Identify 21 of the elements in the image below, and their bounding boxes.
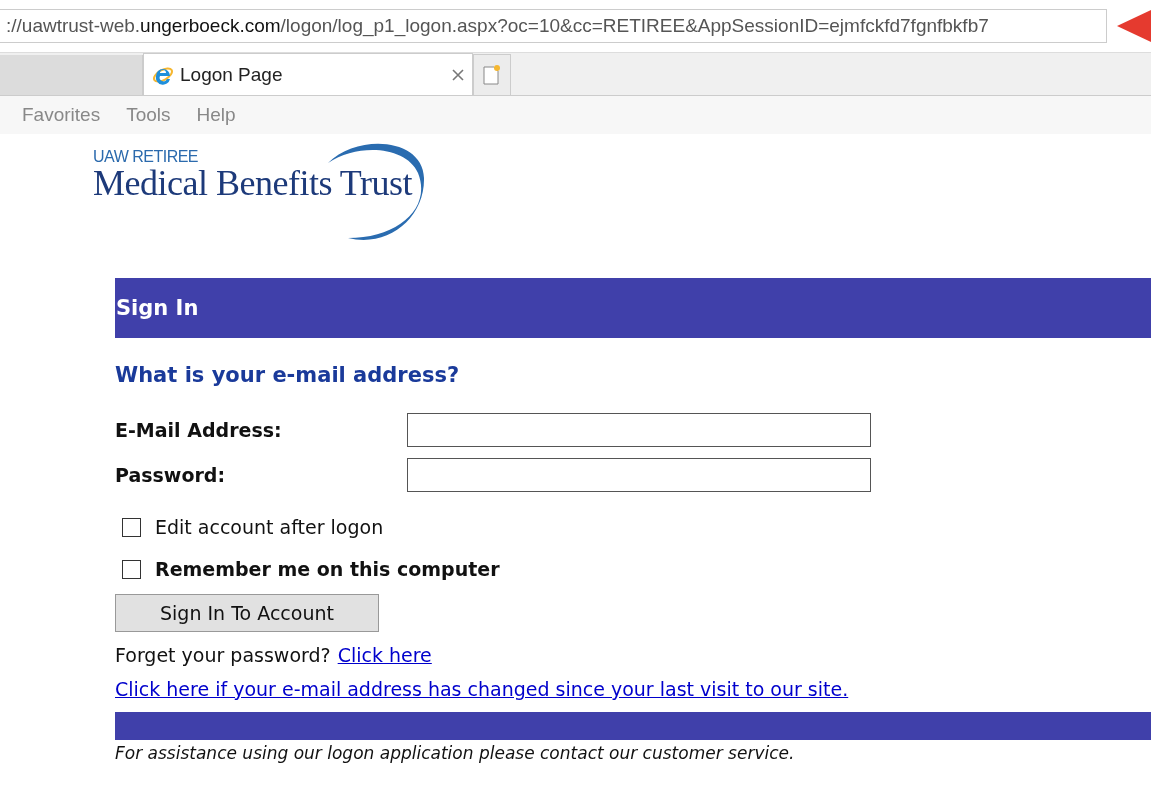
field-label: E-Mail Address: — [115, 419, 283, 441]
new-tab-icon — [482, 64, 502, 86]
field-label: Password: — [115, 464, 227, 486]
footer-text: For assistance using our logon application please contact our customer service. — [115, 743, 796, 763]
checkbox-label: Remember me on this computer — [155, 558, 500, 580]
email-changed-link[interactable]: Click here if your e-mail address has changed since your last visit to our site. — [115, 678, 849, 700]
sign-in-button[interactable]: Sign In To Account — [115, 594, 379, 632]
checkbox[interactable] — [122, 517, 141, 537]
browser-tab[interactable]: Logon Page — [143, 53, 473, 95]
checkbox-label: Edit account after logon — [155, 516, 384, 538]
input-field[interactable] — [407, 413, 871, 447]
arrow-icon — [1117, 8, 1151, 44]
close-icon[interactable] — [452, 68, 464, 81]
forgot-text: Forget your password? — [115, 644, 331, 666]
address-bar[interactable]: ://uawtrust-web.ungerboeck.com/logon/log_p1_logon.aspx?oc=10&cc=RETIREE&AppSessionID=ejmfckfd7fgnfbkfb7 — [0, 9, 1107, 43]
logo: UAW RETIREE Medical Benefits Trust — [93, 134, 443, 258]
click-here-link[interactable]: Click here — [337, 644, 432, 666]
form-heading: What is your e-mail address? — [115, 363, 461, 387]
section-header: Sign In — [115, 278, 1151, 338]
checkbox[interactable] — [122, 559, 141, 579]
input-field[interactable] — [407, 458, 871, 492]
